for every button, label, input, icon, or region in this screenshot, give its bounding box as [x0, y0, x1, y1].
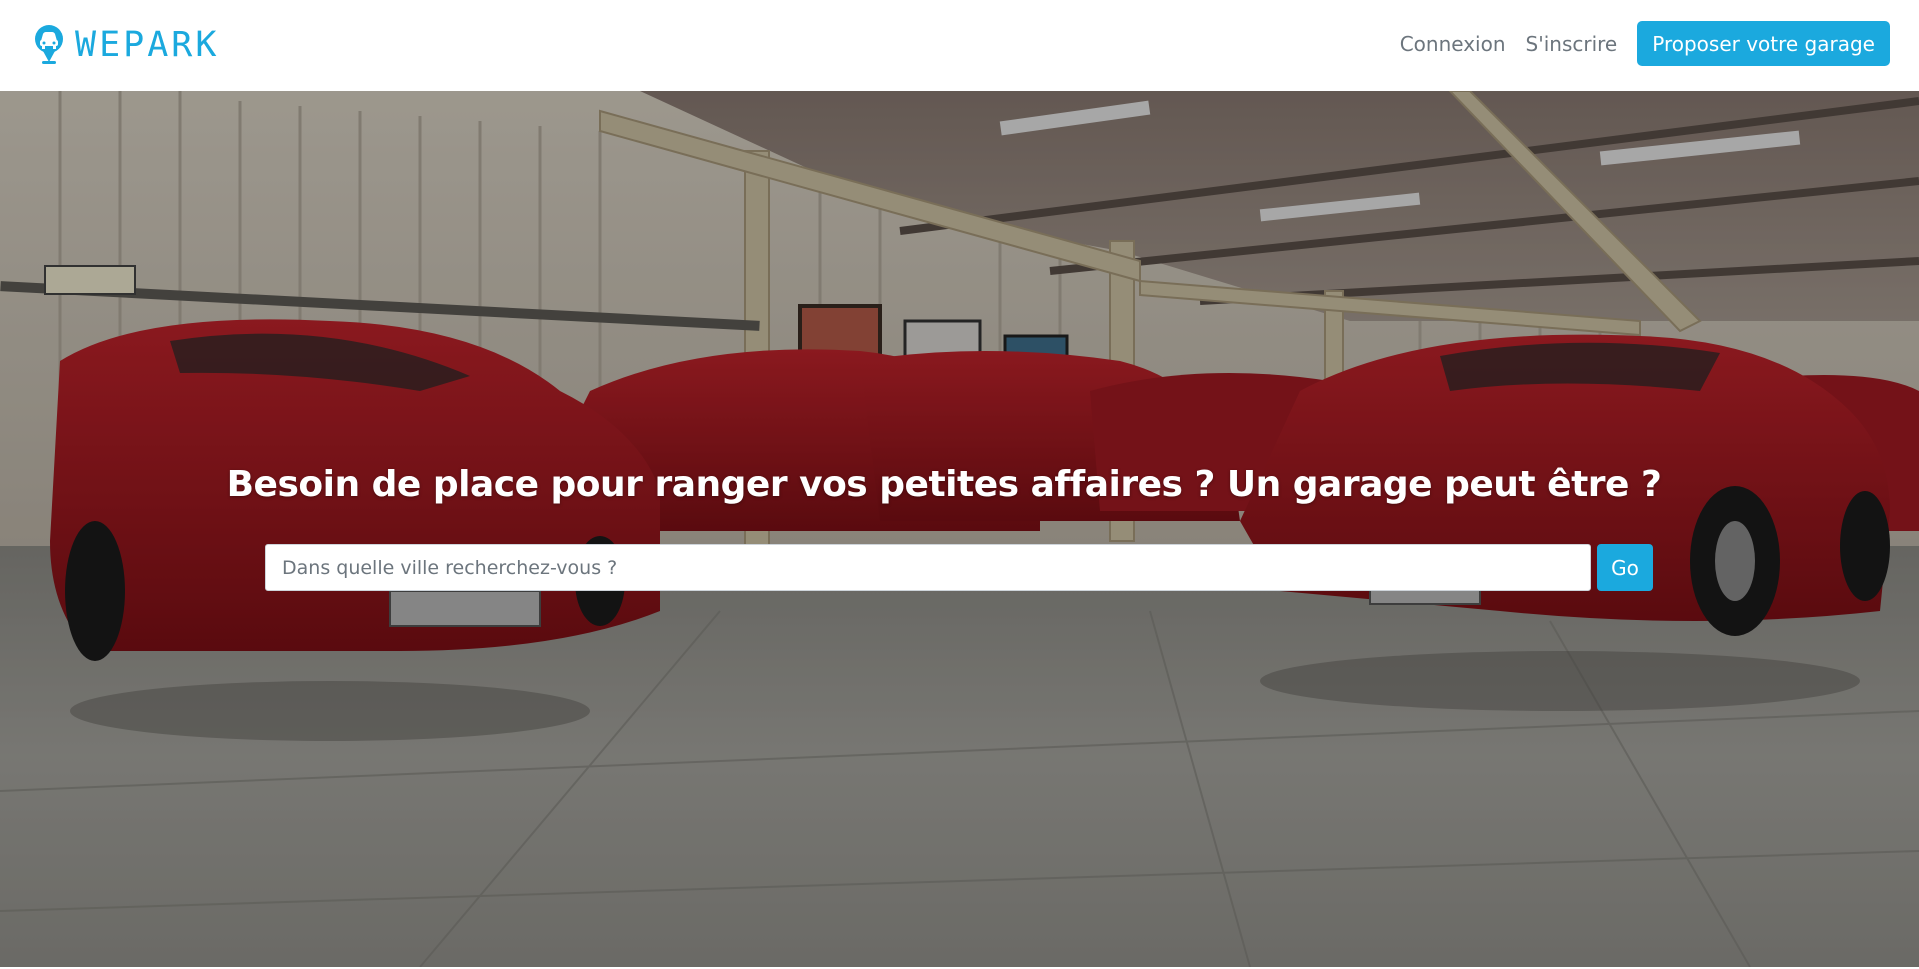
hero-section: Besoin de place pour ranger vos petites …	[0, 91, 1919, 967]
nav-links: Connexion S'inscrire Proposer votre gara…	[1400, 21, 1890, 66]
hero-dark-overlay	[0, 91, 1919, 967]
car-pin-icon	[35, 25, 63, 64]
city-search-form: Go	[265, 544, 1653, 591]
login-link[interactable]: Connexion	[1400, 32, 1506, 56]
signup-link[interactable]: S'inscrire	[1526, 32, 1618, 56]
propose-garage-button[interactable]: Proposer votre garage	[1637, 21, 1890, 66]
brand-name: WEPARK	[75, 25, 220, 65]
search-go-button[interactable]: Go	[1597, 544, 1653, 591]
top-navbar: WEPARK Connexion S'inscrire Proposer vot…	[0, 0, 1919, 91]
city-search-input[interactable]	[265, 544, 1591, 591]
hero-title: Besoin de place pour ranger vos petites …	[226, 464, 1662, 505]
brand-logo-link[interactable]: WEPARK	[33, 24, 219, 66]
